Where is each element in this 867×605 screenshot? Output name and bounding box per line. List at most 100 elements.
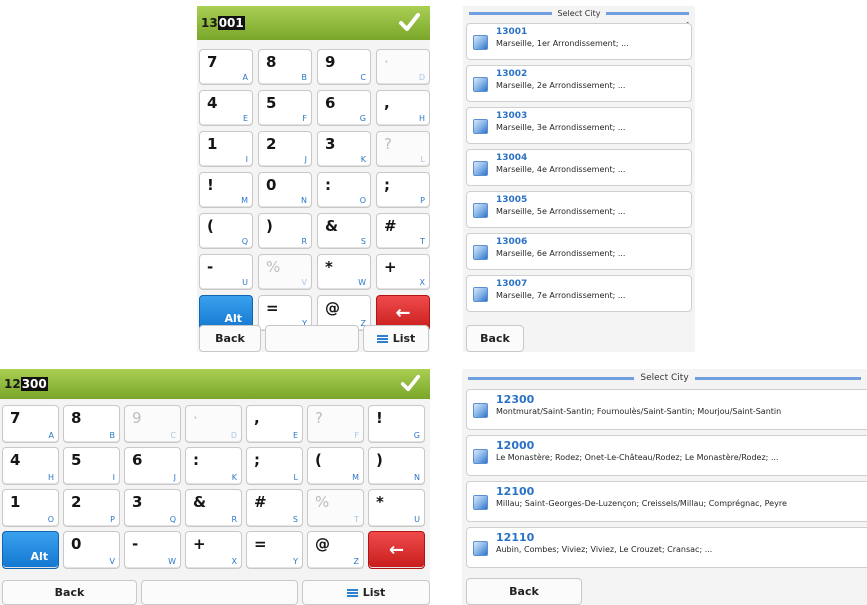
key-char: 2	[266, 135, 277, 153]
city-icon	[473, 161, 488, 176]
back-button[interactable]: Back	[2, 580, 137, 605]
key[interactable]: · D	[376, 49, 430, 85]
key[interactable]: ; P	[376, 172, 430, 208]
key[interactable]: 4H	[2, 447, 59, 485]
keypad-footer: Back List	[199, 325, 429, 352]
city-list-item[interactable]: 12300 Montmurat/Saint-Santin; Fournoulès/…	[466, 389, 867, 430]
key[interactable]: * U	[368, 489, 425, 527]
postcode: 12000	[496, 439, 534, 452]
input-prefix: 12	[4, 377, 21, 391]
key-letter: M	[241, 196, 248, 205]
key[interactable]: 1O	[2, 489, 59, 527]
key[interactable]: 5I	[63, 447, 120, 485]
key[interactable]: 2P	[63, 489, 120, 527]
back-button[interactable]: Back	[466, 578, 582, 605]
back-button[interactable]: Back	[466, 325, 524, 352]
key[interactable]: 3Q	[124, 489, 181, 527]
key[interactable]: 8B	[63, 405, 120, 443]
city-list-item[interactable]: 13006 Marseille, 6e Arrondissement; ...	[466, 233, 692, 270]
key[interactable]: ? L	[376, 131, 430, 167]
key[interactable]: :K	[185, 447, 242, 485]
key[interactable]: = Y	[246, 531, 303, 569]
key[interactable]: 6G	[317, 90, 371, 126]
key[interactable]: 4E	[199, 90, 253, 126]
list-button[interactable]: List	[363, 325, 429, 352]
key[interactable]: 9C	[317, 49, 371, 85]
key[interactable]: % V	[258, 254, 312, 290]
key[interactable]: ,E	[246, 405, 303, 443]
key[interactable]: (Q	[199, 213, 253, 249]
key[interactable]: 7A	[199, 49, 253, 85]
postcode-input[interactable]: 13 001	[201, 6, 245, 40]
key[interactable]: 5F	[258, 90, 312, 126]
key-char: 7	[207, 53, 218, 71]
key[interactable]: -W	[124, 531, 181, 569]
key[interactable]: 2J	[258, 131, 312, 167]
key-letter: T	[354, 515, 359, 524]
alt-key[interactable]: Alt	[2, 531, 59, 569]
key[interactable]: 3K	[317, 131, 371, 167]
backspace-key[interactable]: ←	[368, 531, 425, 569]
key-letter: P	[420, 196, 425, 205]
key-char: 0	[71, 535, 82, 553]
key[interactable]: 0N	[258, 172, 312, 208]
key[interactable]: + X	[376, 254, 430, 290]
key[interactable]: 6J	[124, 447, 181, 485]
key[interactable]: ,H	[376, 90, 430, 126]
key-grid: 7 A 8 B 9 C · D 4 E 5 F 6 G, H 1 I 2 J 3 K? L ! M 0 N: O; P (Q) R & S # T…	[199, 49, 430, 331]
key[interactable]: ! M	[199, 172, 253, 208]
key[interactable]: # T	[376, 213, 430, 249]
city-items: 12300 Montmurat/Saint-Santin; Fournoulès/…	[466, 389, 867, 573]
city-list-item[interactable]: 13007 Marseille, 7e Arrondissement; ...	[466, 275, 692, 312]
key[interactable]: (M	[307, 447, 364, 485]
checkmark-icon[interactable]	[398, 11, 420, 33]
city-list-item[interactable]: 12000 Le Monastère; Rodez; Onet-Le-Châtea…	[466, 435, 867, 476]
city-list-item[interactable]: 12110 Aubin, Combes; Viviez; Viviez, Le C…	[466, 527, 867, 568]
key[interactable]: 0V	[63, 531, 120, 569]
list-button[interactable]: List	[302, 580, 430, 605]
city-name: Marseille, 1er Arrondissement; ...	[496, 39, 629, 48]
city-list-item[interactable]: 13002 Marseille, 2e Arrondissement; ...	[466, 65, 692, 102]
key[interactable]: ? F	[307, 405, 364, 443]
postcode-prefix: 12	[496, 439, 512, 452]
postcode-input[interactable]: 12 300	[4, 369, 48, 399]
key-char: 8	[266, 53, 277, 71]
postcode-rest: 007	[508, 279, 528, 289]
city-list-item[interactable]: 13001 Marseille, 1er Arrondissement; ...	[466, 23, 692, 60]
key-char: #	[254, 493, 267, 511]
key[interactable]: % T	[307, 489, 364, 527]
key[interactable]: 1I	[199, 131, 253, 167]
key[interactable]: 9C	[124, 405, 181, 443]
key-char: 6	[325, 94, 336, 112]
key[interactable]: 7A	[2, 405, 59, 443]
key[interactable]: :O	[317, 172, 371, 208]
key-letter: R	[301, 237, 307, 246]
key[interactable]: & S	[317, 213, 371, 249]
key[interactable]: + X	[185, 531, 242, 569]
back-button[interactable]: Back	[199, 325, 261, 352]
key[interactable]: 8B	[258, 49, 312, 85]
key-letter: V	[109, 557, 115, 566]
key[interactable]: ! G	[368, 405, 425, 443]
key[interactable]: ; L	[246, 447, 303, 485]
key[interactable]: ) R	[258, 213, 312, 249]
city-items: 13001 Marseille, 1er Arrondissement; ... 1…	[466, 23, 692, 317]
key[interactable]: @ Z	[307, 531, 364, 569]
key[interactable]: # S	[246, 489, 303, 527]
key[interactable]: * W	[317, 254, 371, 290]
city-list-item[interactable]: 13003 Marseille, 3e Arrondissement; ...	[466, 107, 692, 144]
key[interactable]: ) N	[368, 447, 425, 485]
key[interactable]: -U	[199, 254, 253, 290]
city-list-item[interactable]: 13004 Marseille, 4e Arrondissement; ...	[466, 149, 692, 186]
footer-blank-button[interactable]	[141, 580, 298, 605]
city-list-item[interactable]: 13005 Marseille, 5e Arrondissement; ...	[466, 191, 692, 228]
checkmark-icon[interactable]	[400, 373, 420, 393]
city-list-item[interactable]: 12100 Millau; Saint-Georges-De-Luzençon; …	[466, 481, 867, 522]
footer-blank-button[interactable]	[265, 325, 359, 352]
input-bar: 12 300	[0, 369, 430, 399]
city-name: Marseille, 4e Arrondissement; ...	[496, 165, 626, 174]
key[interactable]: & R	[185, 489, 242, 527]
key[interactable]: · D	[185, 405, 242, 443]
key-char: #	[384, 217, 397, 235]
key-char: -	[132, 535, 139, 553]
